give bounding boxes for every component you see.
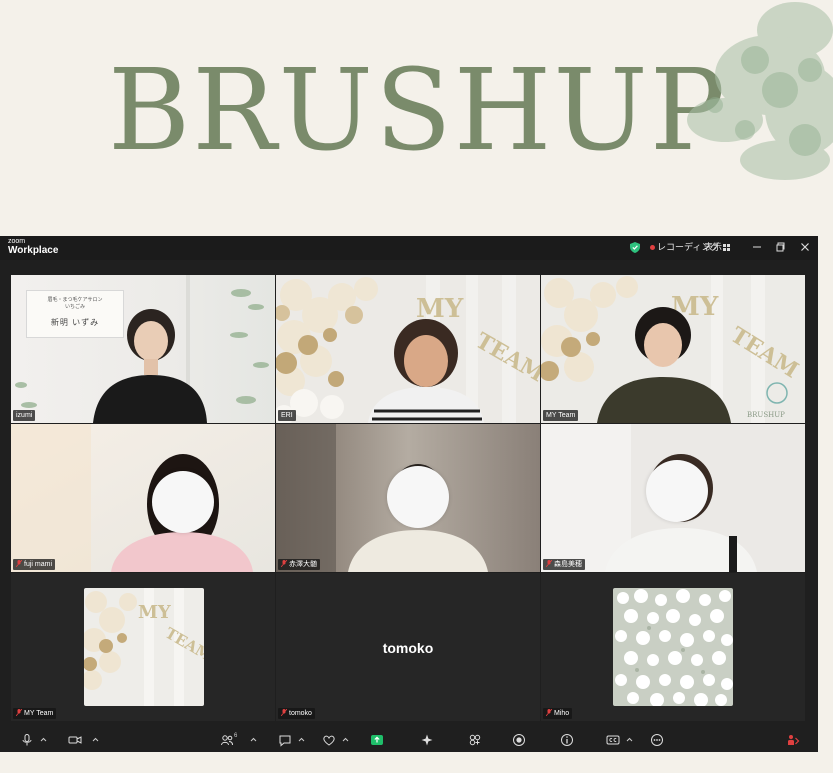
participant-name: fuji mami bbox=[24, 561, 53, 568]
mic-muted-icon bbox=[546, 709, 552, 716]
title-bar: zoom Workplace レコーディング 表示 bbox=[0, 236, 818, 260]
participant-name-tag: tomoko bbox=[278, 708, 315, 719]
video-tile-akazawa[interactable]: 赤澤大髄 bbox=[276, 424, 540, 572]
mic-muted-icon bbox=[16, 560, 22, 567]
participant-name: 赤澤大髄 bbox=[289, 561, 317, 568]
heart-reaction-icon[interactable] bbox=[322, 733, 336, 747]
recording-dot-icon bbox=[650, 245, 655, 250]
video-tile-tomoko[interactable]: tomoko tomoko bbox=[276, 573, 540, 721]
close-icon[interactable] bbox=[798, 240, 812, 254]
leaf-decoration-icon bbox=[687, 2, 833, 180]
meeting-toolbar: 6 bbox=[0, 728, 818, 752]
microphone-icon[interactable] bbox=[20, 733, 34, 747]
brand-main: Workplace bbox=[8, 245, 59, 256]
participant-display-name: tomoko bbox=[382, 640, 434, 656]
participant-name-tag: ERI bbox=[278, 410, 296, 421]
video-tile-my-team[interactable]: MY TEAM BRUSHUP MY Team bbox=[541, 275, 805, 423]
profile-picture bbox=[613, 588, 733, 706]
record-icon[interactable] bbox=[512, 733, 526, 747]
participant-name: MY Team bbox=[546, 412, 576, 419]
info-icon[interactable] bbox=[560, 733, 574, 747]
maximize-icon[interactable] bbox=[774, 240, 788, 254]
mic-muted-icon bbox=[281, 560, 287, 567]
chevron-up-icon[interactable] bbox=[342, 736, 349, 743]
participant-name-tag: Miho bbox=[543, 708, 573, 719]
chevron-up-icon[interactable] bbox=[92, 736, 99, 743]
name-sign-card: 眉毛・まつ毛ケアサロン いちごみ 新明 いずみ bbox=[26, 290, 124, 338]
leave-meeting-icon[interactable] bbox=[786, 733, 800, 747]
video-tile-my-team-2[interactable]: MY TEAM MY Team bbox=[11, 573, 275, 721]
svg-text:BRUSHUP: BRUSHUP bbox=[747, 411, 785, 419]
sign-line-3: 新明 いずみ bbox=[50, 318, 100, 327]
svg-text:MY: MY bbox=[138, 602, 172, 623]
profile-picture: MY TEAM bbox=[84, 588, 204, 706]
participant-name-tag: izumi bbox=[13, 410, 36, 421]
more-options-icon[interactable] bbox=[650, 733, 664, 747]
blurred-face bbox=[646, 460, 708, 522]
chevron-up-icon[interactable] bbox=[40, 736, 47, 743]
chat-icon[interactable] bbox=[278, 733, 292, 747]
blurred-face bbox=[387, 466, 449, 528]
participant-name-tag: 森島美穂 bbox=[543, 559, 585, 570]
zoom-window: zoom Workplace レコーディング 表示 眉毛・まつ毛ケアサロン いち… bbox=[0, 236, 818, 752]
blurred-face bbox=[152, 471, 214, 533]
sign-line-1: 眉毛・まつ毛ケアサロン bbox=[47, 297, 103, 303]
chevron-up-icon[interactable] bbox=[250, 736, 257, 743]
shield-icon[interactable] bbox=[630, 242, 640, 253]
participants-icon[interactable] bbox=[220, 733, 234, 747]
profile-image bbox=[613, 588, 733, 706]
video-tile-fuji-mami[interactable]: fuji mami bbox=[11, 424, 275, 572]
apps-icon[interactable] bbox=[468, 733, 482, 747]
view-button[interactable]: 表示 bbox=[704, 241, 722, 254]
participant-name-tag: MY Team bbox=[13, 708, 57, 719]
participant-name: 森島美穂 bbox=[554, 561, 582, 568]
sign-line-2: いちごみ bbox=[64, 304, 85, 310]
video-tile-morishima[interactable]: 森島美穂 bbox=[541, 424, 805, 572]
participant-name: Miho bbox=[554, 710, 570, 717]
profile-image: MY TEAM bbox=[84, 588, 204, 706]
mic-muted-icon bbox=[546, 560, 552, 567]
participant-name: ERI bbox=[281, 412, 293, 419]
grid-view-icon bbox=[723, 244, 730, 251]
video-feed: MY TEAM BRUSHUP bbox=[541, 275, 805, 423]
mic-muted-icon bbox=[281, 709, 287, 716]
participants-count: 6 bbox=[234, 733, 238, 739]
captions-icon[interactable] bbox=[606, 733, 620, 747]
participant-name: izumi bbox=[16, 412, 33, 419]
participant-name-tag: MY Team bbox=[543, 410, 579, 421]
minimize-icon[interactable] bbox=[750, 240, 764, 254]
participant-name: tomoko bbox=[289, 710, 312, 717]
video-camera-icon[interactable] bbox=[68, 733, 82, 747]
banner-title: BRUSHUP bbox=[108, 46, 728, 176]
participant-name-tag: fuji mami bbox=[13, 559, 56, 570]
ai-companion-icon[interactable] bbox=[420, 733, 434, 747]
chevron-up-icon[interactable] bbox=[626, 736, 633, 743]
participant-name-tag: 赤澤大髄 bbox=[278, 559, 320, 570]
mic-muted-icon bbox=[16, 709, 22, 716]
video-feed: MY TEAM bbox=[276, 275, 540, 423]
banner: BRUSHUP bbox=[0, 0, 833, 236]
video-tile-miho[interactable]: Miho bbox=[541, 573, 805, 721]
video-feed bbox=[11, 424, 275, 572]
app-brand: zoom Workplace bbox=[8, 238, 68, 258]
video-tile-eri[interactable]: MY TEAM ERI bbox=[276, 275, 540, 423]
chevron-up-icon[interactable] bbox=[298, 736, 305, 743]
participant-name: MY Team bbox=[24, 710, 54, 717]
share-screen-icon[interactable] bbox=[370, 733, 384, 747]
video-tile-izumi[interactable]: 眉毛・まつ毛ケアサロン いちごみ 新明 いずみ izumi bbox=[11, 275, 275, 423]
